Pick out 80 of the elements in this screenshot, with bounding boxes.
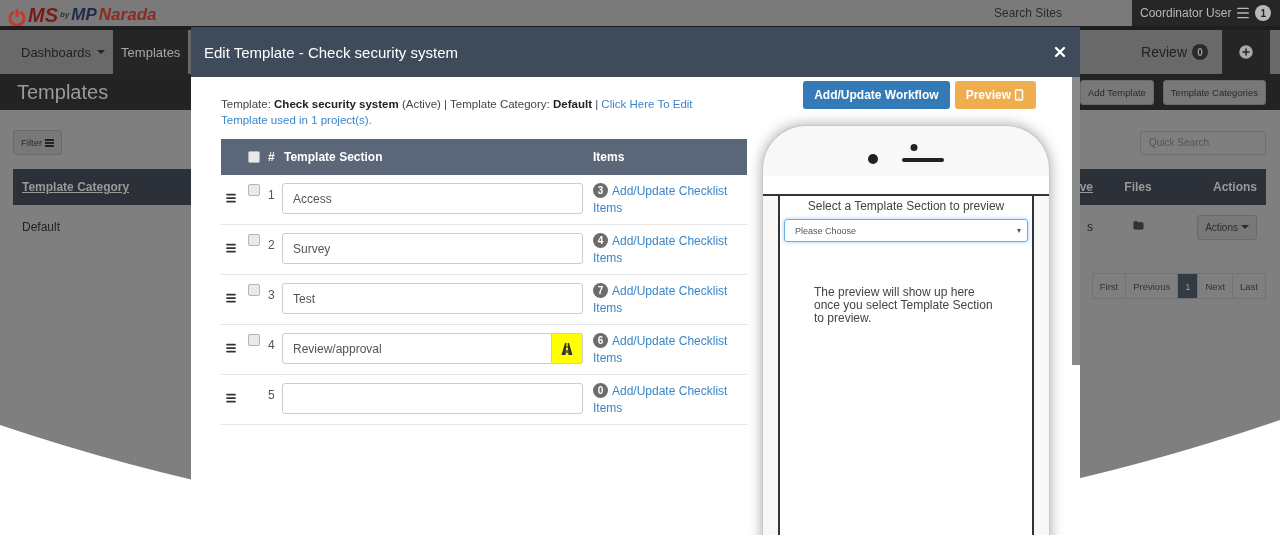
drag-handle-icon[interactable] — [225, 392, 237, 404]
phone-icon — [1013, 89, 1025, 101]
item-count-badge: 0 — [593, 383, 608, 398]
actions-button[interactable]: Actions — [1197, 214, 1257, 240]
row-number: 5 — [268, 387, 276, 402]
pagination-button[interactable]: Last — [1232, 273, 1266, 299]
filter-icon — [45, 138, 55, 147]
usage-link[interactable]: Template used in 1 project(s). — [221, 114, 372, 126]
row-checkbox[interactable] — [248, 184, 260, 196]
workflow-flag-button[interactable] — [552, 333, 583, 364]
header-button[interactable]: Add Template — [1079, 79, 1154, 105]
row-number: 2 — [268, 237, 276, 252]
section-name-field[interactable]: Review/approval — [282, 333, 552, 364]
checklist-link[interactable]: 6 Add/Update Checklist Items — [593, 333, 747, 367]
section-name-field[interactable]: Test — [282, 283, 583, 314]
column-header[interactable]: Template Category — [22, 180, 130, 194]
section-name-field[interactable]: Access — [282, 183, 583, 214]
row-number: 4 — [268, 337, 276, 352]
checklist-link[interactable]: 3 Add/Update Checklist Items — [593, 183, 747, 217]
plus-icon — [1237, 43, 1255, 61]
column-header: Files — [1124, 180, 1152, 194]
menu-icon[interactable] — [1235, 5, 1252, 21]
folder-icon[interactable] — [1132, 220, 1144, 231]
header-button[interactable]: Template Categories — [1162, 79, 1266, 105]
column-header[interactable]: ve — [1079, 180, 1093, 194]
user-name[interactable]: Coordinator User — [1140, 6, 1232, 20]
section-name-field[interactable] — [282, 383, 583, 414]
row-number: 3 — [268, 287, 276, 302]
scrollbar-thumb[interactable] — [1072, 77, 1080, 365]
logo-by: by — [60, 9, 70, 21]
column-header: Actions — [1213, 180, 1257, 194]
section-select[interactable]: Please Choose — [784, 219, 1028, 242]
review-tab[interactable]: Review — [1141, 44, 1187, 60]
nav-tab[interactable]: Templates — [113, 30, 189, 74]
drag-handle-icon[interactable] — [225, 192, 237, 204]
drag-handle-icon[interactable] — [225, 242, 237, 254]
edit-link[interactable]: Click Here To Edit — [601, 98, 693, 110]
item-count-badge: 3 — [593, 183, 608, 198]
close-button[interactable] — [1052, 44, 1068, 60]
power-icon — [8, 8, 26, 26]
template-info: Template: Check security system (Active) | Template Category: Default | — [221, 98, 599, 110]
filter-button[interactable]: Filter — [13, 130, 63, 155]
column-header: # — [268, 150, 276, 164]
row-checkbox[interactable] — [248, 234, 260, 246]
notification-badge: 1 — [1255, 5, 1272, 21]
row-number: 1 — [268, 187, 276, 202]
section-name-field[interactable]: Survey — [282, 233, 583, 264]
page-title: Templates — [17, 80, 109, 104]
column-header: Template Section — [283, 150, 384, 164]
table-cell: s — [1087, 220, 1093, 234]
row-checkbox[interactable] — [248, 334, 260, 346]
logo-partner-name: Narada — [98, 4, 157, 26]
nav-tab[interactable]: Dashboards — [13, 30, 114, 74]
review-count-badge: 0 — [1192, 44, 1208, 60]
preview-message: The preview will show up here once you select Template Section to preview. — [813, 286, 994, 325]
logo-brand: MS — [28, 4, 58, 26]
item-count-badge: 7 — [593, 283, 608, 298]
pagination-button[interactable]: Next — [1197, 273, 1234, 299]
table-cell: Default — [22, 220, 61, 234]
item-count-badge: 4 — [593, 233, 608, 248]
drag-handle-icon[interactable] — [225, 342, 237, 354]
checklist-link[interactable]: 4 Add/Update Checklist Items — [593, 233, 747, 267]
road-icon — [561, 342, 573, 355]
column-header: Items — [592, 150, 626, 164]
dialog-title: Edit Template - Check security system — [204, 43, 458, 61]
pagination-button[interactable]: First — [1091, 273, 1127, 299]
drag-handle-icon[interactable] — [225, 292, 237, 304]
logo-partner-prefix: MP — [71, 4, 97, 26]
preview-heading: Select a Template Section to preview — [807, 199, 1005, 213]
add-tab[interactable] — [1222, 30, 1270, 74]
checklist-link[interactable]: 0 Add/Update Checklist Items — [593, 383, 747, 417]
select-all-checkbox[interactable] — [248, 151, 260, 163]
search-sites-link[interactable]: Search Sites — [993, 6, 1062, 20]
pagination-button[interactable]: Previous — [1125, 273, 1179, 299]
pagination-button[interactable]: 1 — [1177, 273, 1199, 299]
item-count-badge: 6 — [593, 333, 608, 348]
caret-icon — [97, 50, 106, 54]
checklist-link[interactable]: 7 Add/Update Checklist Items — [593, 283, 747, 317]
row-checkbox[interactable] — [248, 284, 260, 296]
workflow-button[interactable]: Add/Update Workflow — [803, 81, 950, 109]
